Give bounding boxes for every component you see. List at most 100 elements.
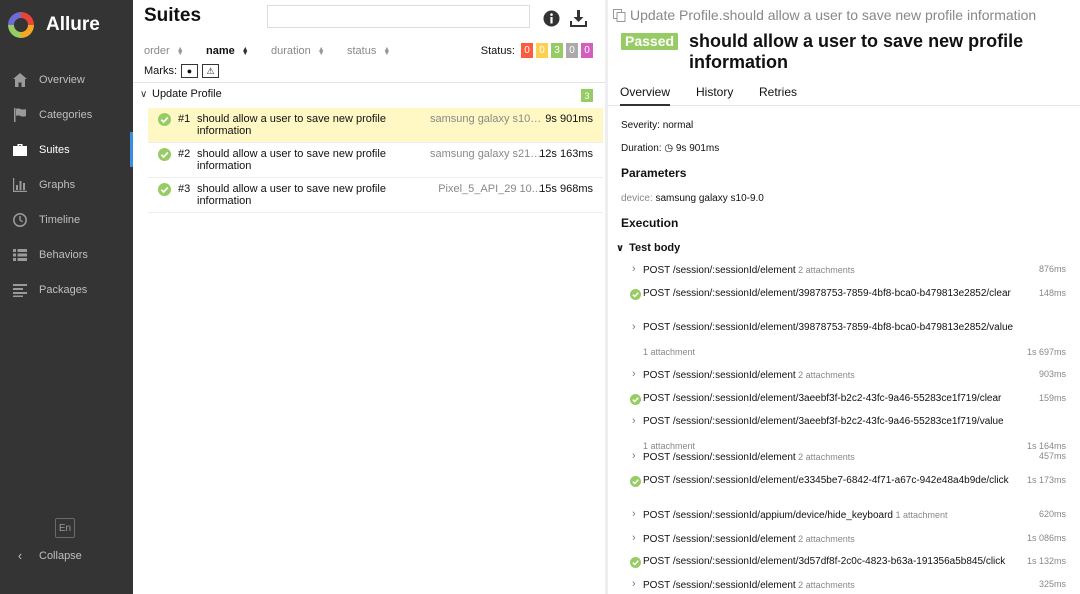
brand[interactable]: Allure: [0, 0, 133, 50]
parameters-heading: Parameters: [621, 166, 687, 180]
sidebar-item-categories[interactable]: Categories: [0, 97, 133, 132]
chevron-right-icon: ›: [632, 321, 636, 333]
test-title: should allow a user to save new profile …: [689, 31, 1024, 72]
step-text: POST /session/:sessionId/element/e3345be…: [643, 475, 1009, 486]
step-duration: 325ms: [1038, 579, 1066, 589]
status-filter: Status: 0 0 3 0 0: [481, 43, 593, 58]
suite-group-name: Update Profile: [152, 88, 222, 100]
chevron-down-icon: ∨: [616, 242, 625, 254]
chevron-right-icon: ›: [632, 508, 636, 520]
step-attachments: 2 attachments: [795, 265, 855, 275]
sidebar-item-packages[interactable]: Packages: [0, 272, 133, 307]
suite-group[interactable]: ∨ Update Profile 3: [133, 86, 605, 104]
clock-icon: ◷: [664, 143, 674, 154]
status-chip-skipped[interactable]: 0: [566, 43, 578, 58]
parameter-row: device: samsung galaxy s10-9.0: [621, 193, 764, 204]
align-left-icon: [11, 282, 29, 298]
tab-history[interactable]: History: [696, 85, 733, 104]
chevron-left-icon: ‹: [17, 548, 23, 563]
test-number: #2: [178, 148, 191, 160]
step-text: POST /session/:sessionId/element 2 attac…: [643, 534, 855, 545]
clock-icon: [11, 212, 29, 228]
sort-icon: ▲ ▼: [176, 46, 184, 57]
sort-status[interactable]: status ▲ ▼: [347, 45, 390, 57]
sidebar-item-timeline[interactable]: Timeline: [0, 202, 133, 237]
detail-tabs: Overview History Retries: [608, 81, 1080, 106]
test-row[interactable]: #1 should allow a user to save new profi…: [148, 108, 603, 143]
sidebar-item-label: Graphs: [39, 178, 76, 191]
sidebar-item-graphs[interactable]: Graphs: [0, 167, 133, 202]
test-duration: 9s 901ms: [545, 113, 593, 125]
collapse-label: Collapse: [39, 549, 82, 562]
sidebar-nav: Overview Categories Suites Graphs Timeli…: [0, 62, 133, 307]
marks-label: Marks:: [144, 65, 177, 77]
step-text: POST /session/:sessionId/element/3987875…: [643, 322, 1014, 333]
step-duration: 620ms: [1038, 509, 1066, 519]
test-row[interactable]: #3 should allow a user to save new profi…: [148, 178, 603, 213]
passed-check-icon: [630, 557, 641, 568]
passed-check-icon: [158, 148, 171, 161]
step-attachments: 1 attachment: [643, 347, 696, 357]
test-name: should allow a user to save new profile …: [197, 148, 386, 172]
copy-icon[interactable]: [613, 8, 626, 22]
step-duration: 1s 173ms: [1026, 475, 1066, 485]
search-input[interactable]: [267, 5, 530, 28]
bomb-icon: ●: [186, 66, 193, 76]
sidebar-item-behaviors[interactable]: Behaviors: [0, 237, 133, 272]
sort-duration[interactable]: duration ▲ ▼: [271, 45, 325, 57]
test-number: #1: [178, 113, 191, 125]
test-body-header[interactable]: ∨ Test body: [616, 242, 680, 254]
test-param: samsung galaxy s10-…: [430, 113, 544, 125]
step-text: POST /session/:sessionId/element/3aeebf3…: [643, 416, 1004, 427]
severity-field: Severity: normal: [621, 120, 694, 131]
suites-pane: Suites order ▲ ▼ name ▲ ▼ duration ▲ ▼ status ▲…: [133, 0, 605, 594]
retry-mark-button[interactable]: ⚠: [202, 64, 219, 78]
step-text: POST /session/:sessionId/element/3987875…: [643, 288, 1011, 299]
step-duration: 1s 086ms: [1026, 533, 1066, 543]
sidebar-item-suites[interactable]: Suites: [0, 132, 133, 167]
flaky-mark-button[interactable]: ●: [181, 64, 198, 78]
tab-overview[interactable]: Overview: [620, 85, 671, 106]
duration-value: 9s 901ms: [675, 143, 720, 154]
step-duration: 1s 132ms: [1026, 556, 1066, 566]
step-text: POST /session/:sessionId/element/3aeebf3…: [643, 393, 1002, 404]
passed-check-icon: [630, 289, 641, 300]
step-attachments: 2 attachments: [795, 370, 855, 380]
sort-order[interactable]: order ▲ ▼: [144, 45, 184, 57]
sidebar-item-label: Behaviors: [39, 248, 88, 261]
step-text: POST /session/:sessionId/appium/device/h…: [643, 510, 948, 521]
step-attachments: 2 attachments: [795, 580, 855, 590]
download-icon[interactable]: [569, 9, 588, 28]
step-duration: 1s 164ms: [1026, 441, 1066, 451]
step-duration: 903ms: [1038, 369, 1066, 379]
sidebar: Allure Overview Categories Suites Graphs…: [0, 0, 133, 594]
step-text: POST /session/:sessionId/element 2 attac…: [643, 580, 855, 591]
sort-name[interactable]: name ▲ ▼: [206, 45, 249, 57]
test-name: should allow a user to save new profile …: [197, 183, 386, 207]
status-chip-broken[interactable]: 0: [536, 43, 548, 58]
info-icon[interactable]: [543, 10, 560, 27]
execution-heading: Execution: [621, 216, 679, 230]
test-number: #3: [178, 183, 191, 195]
bar-chart-icon: [11, 177, 29, 193]
sidebar-item-label: Overview: [39, 73, 85, 86]
passed-check-icon: [158, 113, 171, 126]
test-full-path-text: Update Profile.should allow a user to sa…: [630, 7, 1037, 23]
tab-retries[interactable]: Retries: [759, 85, 797, 104]
test-row[interactable]: #2 should allow a user to save new profi…: [148, 143, 603, 178]
language-button[interactable]: En: [55, 518, 75, 538]
status-badge: Passed: [621, 33, 679, 50]
passed-check-icon: [630, 394, 641, 405]
status-chip-passed[interactable]: 3: [551, 43, 563, 58]
collapse-button[interactable]: ‹ Collapse: [11, 548, 82, 563]
status-chip-unknown[interactable]: 0: [581, 43, 593, 58]
sidebar-item-label: Packages: [39, 283, 88, 296]
step-duration: 876ms: [1038, 264, 1066, 274]
test-param: samsung galaxy s21-…: [430, 148, 544, 160]
passed-check-icon: [630, 476, 641, 487]
status-chip-failed[interactable]: 0: [521, 43, 533, 58]
sidebar-item-overview[interactable]: Overview: [0, 62, 133, 97]
sort-icon: ▲ ▼: [383, 46, 391, 57]
warning-icon: ⚠: [206, 65, 215, 76]
status-filter-label: Status:: [480, 44, 515, 57]
